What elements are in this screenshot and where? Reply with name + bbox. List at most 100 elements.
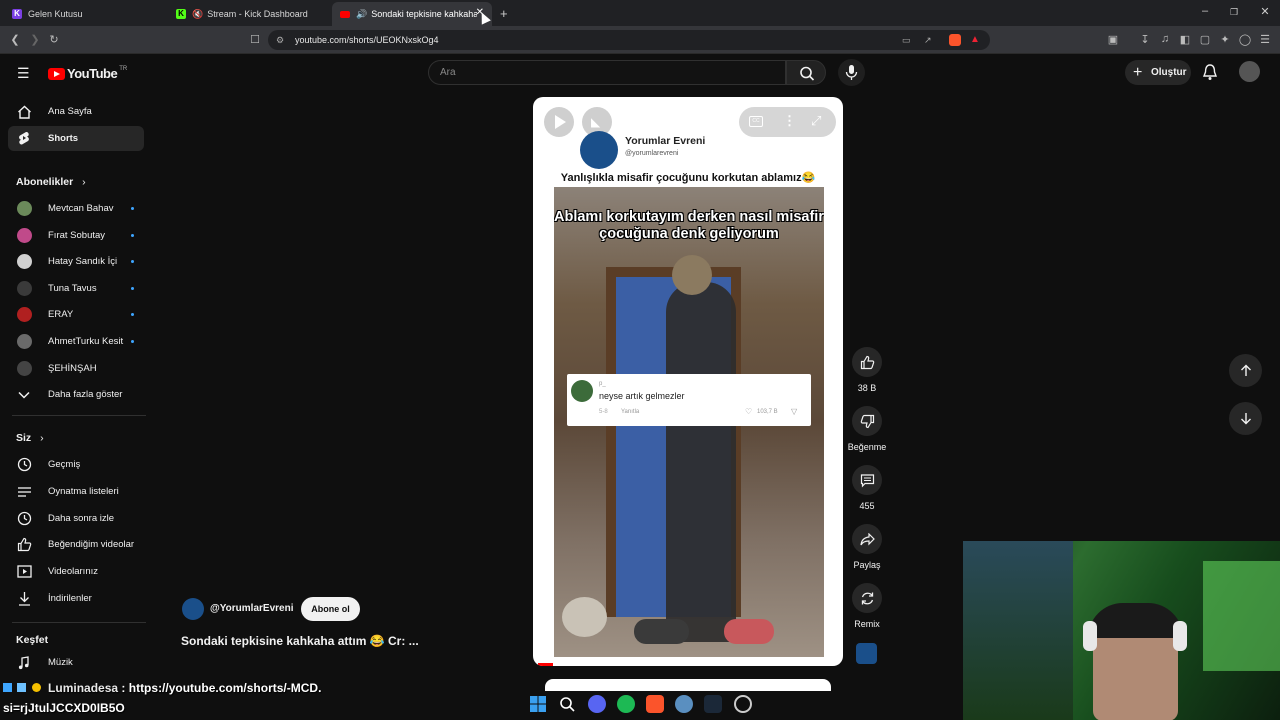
dislike-button[interactable]: Beğenme	[846, 406, 888, 452]
create-button[interactable]: + Oluştur	[1125, 60, 1191, 85]
mute-icon[interactable]: 🔇	[192, 9, 203, 20]
more-options-icon[interactable]: ⋮	[783, 113, 796, 129]
previous-short-button[interactable]	[1229, 354, 1262, 387]
sidebar-item-subscription[interactable]: AhmetTurku Kesit	[8, 329, 144, 354]
wallet-icon[interactable]: ▢	[1198, 33, 1212, 46]
minimize-icon[interactable]: –	[1195, 5, 1215, 17]
sidebar-panel-icon[interactable]: ▣	[1106, 33, 1120, 46]
captions-icon[interactable]: CC	[749, 116, 763, 127]
sidebar-item-label: Mevtcan Bahav	[48, 203, 114, 214]
like-button[interactable]: 38 B	[846, 347, 888, 393]
create-label: Oluştur	[1151, 67, 1187, 78]
sidebar-item-label: Shorts	[48, 133, 79, 144]
comments-button[interactable]: 455	[846, 465, 888, 511]
bookmark-icon[interactable]: ☐	[248, 33, 262, 46]
search-input[interactable]: Ara	[428, 60, 786, 85]
reload-icon[interactable]: ↻	[47, 33, 61, 46]
subscriptions-heading[interactable]: Abonelikler ›	[16, 176, 86, 188]
menu-icon[interactable]: ☰	[1258, 33, 1272, 46]
share-icon[interactable]: ↗	[924, 30, 932, 50]
cast-icon[interactable]: ▭	[902, 30, 911, 50]
steam-icon[interactable]	[704, 695, 722, 713]
comment-likes: 103,7 B	[757, 409, 778, 415]
sidebar-item-subscription[interactable]: Fırat Sobutay	[8, 223, 144, 248]
app-icon[interactable]	[675, 695, 693, 713]
hair-image	[1088, 603, 1183, 638]
thumb-up-icon	[16, 537, 32, 553]
sidebar-item-playlists[interactable]: Oynatma listeleri	[8, 479, 144, 504]
channel-avatar	[16, 254, 32, 269]
sidebar-item-label: Hatay Sandık İçi	[48, 256, 118, 267]
tab-label: Sondaki tepkisine kahkaha att	[371, 9, 478, 19]
downloads-icon[interactable]: ↧	[1138, 33, 1152, 46]
fullscreen-icon[interactable]: ⤢	[811, 113, 821, 129]
headphone-icon	[1083, 621, 1097, 651]
media-icon[interactable]: ♫	[1158, 33, 1172, 45]
share-button[interactable]: Paylaş	[846, 524, 888, 570]
audio-source-thumbnail[interactable]	[856, 643, 877, 664]
sidebar-item-history[interactable]: Geçmiş	[8, 452, 144, 477]
browser-tab-bar: K Gelen Kutusu K 🔇 Stream - Kick Dashboa…	[0, 0, 1280, 26]
channel-handle-link[interactable]: @YorumlarEvreni	[210, 603, 293, 614]
progress-bar[interactable]	[538, 663, 553, 666]
forward-icon[interactable]: ❯	[28, 33, 42, 46]
bag-image	[562, 597, 607, 637]
voice-search-button[interactable]	[838, 59, 865, 86]
sidebar-item-label: ERAY	[48, 309, 74, 320]
obs-icon[interactable]	[734, 695, 752, 713]
sidebar-item-home[interactable]: Ana Sayfa	[8, 99, 144, 124]
vpn-icon[interactable]: ◯	[1238, 33, 1252, 46]
sidebar-item-shorts[interactable]: Shorts	[8, 126, 144, 151]
tab-youtube-short[interactable]: 🔊 Sondaki tepkisine kahkaha att ✕	[332, 2, 492, 26]
brave-browser-icon[interactable]	[646, 695, 664, 713]
site-info-icon[interactable]: ⚙	[276, 30, 284, 50]
back-icon[interactable]: ❮	[8, 33, 22, 46]
sidebar-item-subscription[interactable]: Hatay Sandık İçi	[8, 249, 144, 274]
next-short-button[interactable]	[1229, 402, 1262, 435]
short-title[interactable]: Sondaki tepkisine kahkaha attım 😂 Cr: ..…	[181, 634, 419, 648]
video-overlay-text: Ablamı korkutayım derken nasıl misafir ç…	[554, 209, 824, 242]
shorts-player[interactable]: ◣ CC ⋮ ⤢ Yorumlar Evreni @yorumlarevreni…	[533, 97, 843, 666]
webcam-overlay	[963, 541, 1280, 720]
subscriptions-title: Abonelikler	[16, 176, 74, 188]
brave-rewards-icon[interactable]: ▲	[970, 30, 980, 50]
next-short-preview[interactable]	[545, 679, 831, 691]
close-window-icon[interactable]: ✕	[1255, 5, 1275, 18]
search-icon[interactable]	[558, 695, 576, 713]
sidebar-item-liked-videos[interactable]: Beğendiğim videolar	[8, 532, 144, 557]
you-heading[interactable]: Siz ›	[16, 432, 44, 444]
youtube-logo[interactable]: YouTube TR	[48, 66, 127, 81]
tab-gelen-kutusu[interactable]: K Gelen Kutusu	[4, 2, 164, 26]
discord-icon[interactable]	[588, 695, 606, 713]
tab-kick-dashboard[interactable]: K 🔇 Stream - Kick Dashboard	[168, 2, 328, 26]
leo-ai-icon[interactable]: ✦	[1218, 33, 1232, 46]
sidebar-item-subscription[interactable]: ERAY	[8, 302, 144, 327]
split-view-icon[interactable]: ◧	[1178, 33, 1192, 46]
channel-avatar[interactable]	[182, 598, 204, 620]
avatar[interactable]	[1239, 61, 1260, 82]
hamburger-menu-icon[interactable]: ☰	[17, 65, 30, 82]
sidebar-item-watch-later[interactable]: Daha sonra izle	[8, 506, 144, 531]
brave-shield-icon[interactable]	[949, 34, 961, 46]
sidebar-item-label: Videolarınız	[48, 566, 98, 577]
sidebar-item-your-videos[interactable]: Videolarınız	[8, 559, 144, 584]
play-button[interactable]	[544, 107, 574, 137]
spotify-icon[interactable]	[617, 695, 635, 713]
subscribe-button[interactable]: Abone ol	[301, 597, 360, 621]
show-more-button[interactable]: Daha fazla göster	[8, 382, 144, 407]
new-content-dot	[131, 207, 134, 210]
remix-button[interactable]: Remix	[846, 583, 888, 629]
windows-start-icon[interactable]	[529, 695, 547, 713]
sidebar-item-subscription[interactable]: Mevtcan Bahav	[8, 196, 144, 221]
url-field[interactable]: ⚙ youtube.com/shorts/UEOKNxskOg4 ▭ ↗ ▲	[268, 30, 990, 50]
search-button[interactable]	[786, 60, 826, 85]
sidebar-item-subscription[interactable]: ŞEHİNŞAH	[8, 356, 144, 381]
speaker-icon[interactable]: 🔊	[356, 9, 367, 20]
sidebar-item-subscription[interactable]: Tuna Tavus	[8, 276, 144, 301]
notifications-bell-icon[interactable]	[1202, 64, 1218, 86]
new-tab-icon[interactable]: +	[500, 6, 508, 21]
sidebar-item-downloads[interactable]: İndirilenler	[8, 586, 144, 611]
video-frame[interactable]: Ablamı korkutayım derken nasıl misafir ç…	[554, 187, 824, 657]
sidebar-item-music[interactable]: Müzik	[8, 650, 144, 675]
restore-icon[interactable]: ❐	[1224, 7, 1244, 18]
